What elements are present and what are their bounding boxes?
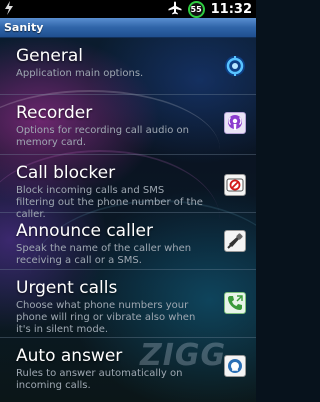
item-description: Application main options. (16, 68, 144, 79)
app-title: Sanity (4, 21, 44, 34)
status-time: 11:32 (210, 1, 252, 17)
blocked-phone-icon (224, 174, 246, 196)
battery-indicator: 55 (187, 0, 205, 18)
usb-debug-icon (4, 0, 14, 19)
general-settings-icon (224, 55, 246, 77)
item-description: Speak the name of the caller when receiv… (16, 243, 192, 266)
podcast-recorder-icon (224, 112, 246, 134)
list-item-announce-caller[interactable]: Announce caller Speak the name of the ca… (0, 213, 256, 270)
list-item-general[interactable]: General Application main options. (0, 38, 256, 95)
airplane-icon (168, 0, 182, 19)
phone-handset-icon (224, 292, 246, 314)
list-item-urgent-calls[interactable]: Urgent calls Choose what phone numbers y… (0, 270, 256, 338)
item-title: Call blocker (16, 163, 116, 183)
item-title: Auto answer (16, 346, 123, 366)
site-watermark: ZIGG (140, 338, 227, 373)
auto-answer-icon (224, 355, 246, 377)
list-item-recorder[interactable]: Recorder Options for recording call audi… (0, 95, 256, 155)
status-bar: 55 11:32 (0, 0, 256, 18)
list-item-call-blocker[interactable]: Call blocker Block incoming calls and SM… (0, 155, 256, 220)
megaphone-icon (224, 230, 246, 252)
app-title-bar: Sanity (0, 18, 256, 38)
item-title: Urgent calls (16, 278, 118, 298)
item-description: Choose what phone numbers your phone wil… (16, 300, 196, 335)
item-title: Recorder (16, 103, 93, 123)
item-description: Options for recording call audio on memo… (16, 125, 189, 148)
item-title: General (16, 46, 83, 66)
item-title: Announce caller (16, 221, 153, 241)
